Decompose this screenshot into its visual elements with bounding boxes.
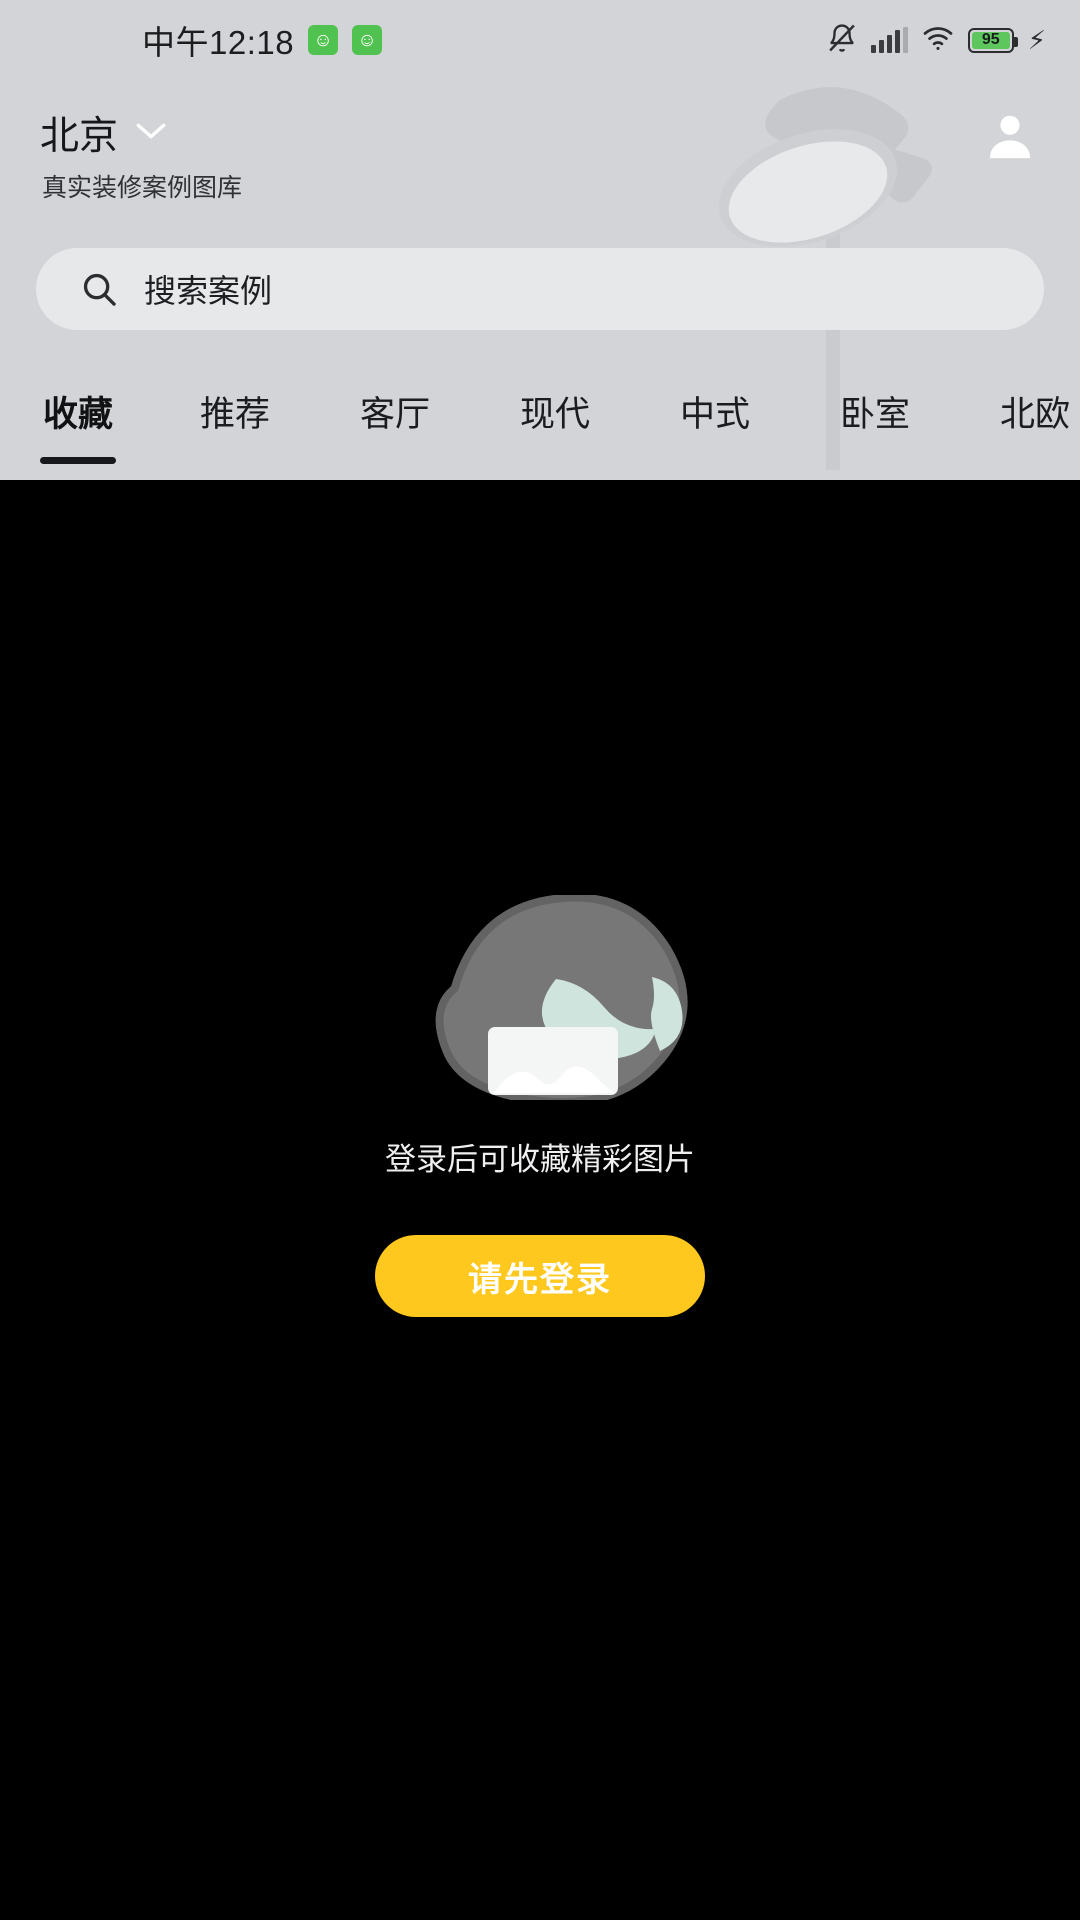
tab-4[interactable]: 现代 (520, 368, 590, 437)
signal-bars-icon (870, 27, 908, 53)
bell-muted-icon (827, 23, 857, 58)
tab-label: 客厅 (360, 395, 431, 434)
header-region: 中午12:18 ☺ ☺ 95 ⚡ 北京 真实装修案例图库 搜索案例 收藏 推荐 … (0, 0, 1080, 480)
category-tab-bar[interactable]: 收藏 推荐 客厅 现代 中式 卧室 北欧 (0, 368, 1080, 480)
page-subtitle: 真实装修案例图库 (42, 174, 243, 202)
content-area: 登录后可收藏精彩图片 请先登录 (0, 480, 1080, 1920)
status-bar: 中午12:18 ☺ ☺ 95 ⚡ (0, 0, 1080, 80)
battery-percent-label: 95 (981, 31, 1000, 48)
tab-label: 推荐 (200, 395, 271, 434)
tab-3[interactable]: 客厅 (360, 368, 430, 437)
status-bar-left: 中午12:18 ☺ ☺ (142, 16, 383, 64)
city-name-label: 北京 (40, 115, 119, 158)
notification-badge-2: ☺ (352, 25, 383, 55)
city-selector[interactable]: 北京 (40, 105, 168, 161)
tab-label: 北欧 (1000, 395, 1071, 434)
charging-bolt-icon: ⚡ (1027, 25, 1046, 55)
status-bar-right: 95 ⚡ (827, 23, 1046, 58)
status-clock: 中午12:18 (142, 24, 295, 61)
notification-badge-1: ☺ (308, 25, 339, 55)
tab-6[interactable]: 卧室 (840, 368, 910, 437)
tab-7[interactable]: 北欧 (1000, 368, 1070, 437)
empty-favorites-illustration-icon (370, 893, 710, 1107)
tab-label: 中式 (680, 395, 751, 434)
login-button[interactable]: 请先登录 (375, 1235, 705, 1317)
tab-2[interactable]: 推荐 (200, 368, 270, 437)
search-icon (80, 270, 118, 308)
search-input[interactable]: 搜索案例 (36, 248, 1044, 330)
tab-label: 现代 (520, 395, 591, 434)
tab-5[interactable]: 中式 (680, 368, 750, 437)
empty-state-message: 登录后可收藏精彩图片 (385, 1142, 695, 1177)
tab-label: 收藏 (42, 395, 113, 434)
tab-1[interactable]: 收藏 (40, 368, 116, 464)
tab-label: 卧室 (840, 395, 911, 434)
battery-icon: 95 (967, 27, 1018, 53)
person-icon[interactable] (982, 108, 1038, 164)
tab-active-underline (40, 457, 116, 464)
chevron-down-icon[interactable] (134, 120, 168, 147)
empty-state: 登录后可收藏精彩图片 请先登录 (0, 893, 1080, 1317)
wifi-icon (922, 25, 954, 56)
search-placeholder-label: 搜索案例 (144, 273, 273, 309)
